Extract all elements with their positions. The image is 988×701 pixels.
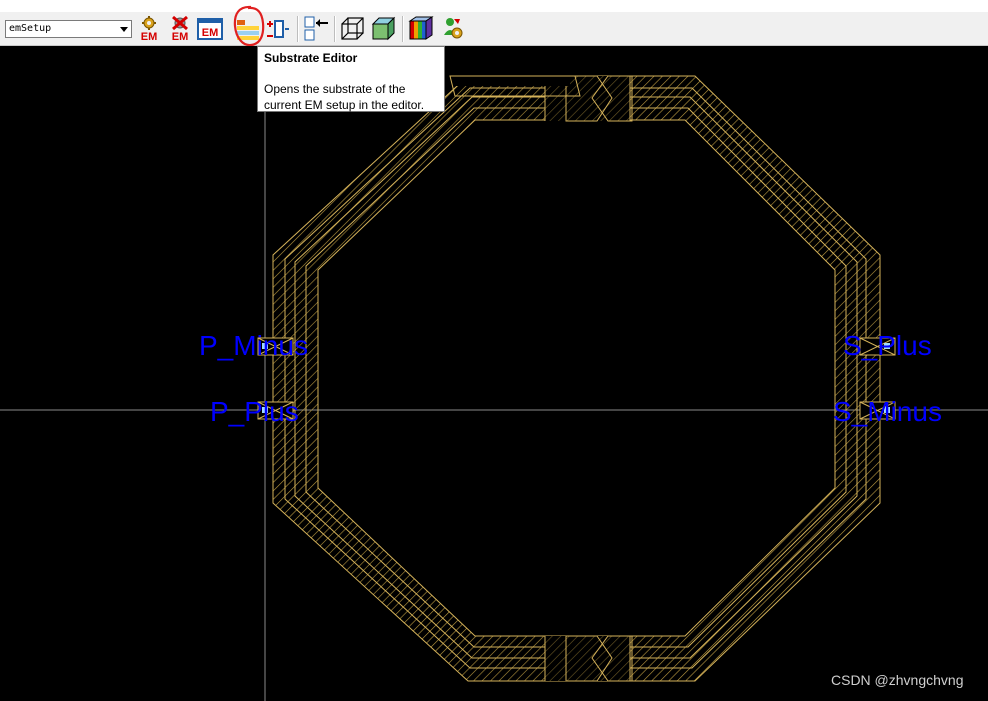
watermark: CSDN @zhvngchvng bbox=[831, 672, 964, 688]
em-label: EM bbox=[202, 27, 219, 39]
substrate-editor-button[interactable] bbox=[235, 15, 261, 43]
tooltip-title: Substrate Editor bbox=[264, 51, 358, 65]
toolbar-separator bbox=[402, 16, 404, 42]
chevron-down-icon bbox=[120, 27, 128, 32]
em-label: EM bbox=[172, 31, 189, 43]
em-box-icon: EM bbox=[197, 18, 223, 40]
em-setup-select[interactable]: emSetup bbox=[5, 20, 132, 38]
optimize-button[interactable] bbox=[440, 15, 466, 43]
em-setup-select-value: emSetup bbox=[9, 23, 52, 34]
em-label: EM bbox=[141, 31, 158, 43]
substrate-layers-icon bbox=[237, 20, 259, 40]
em-stop-button[interactable]: EM bbox=[167, 15, 193, 43]
gear-person-icon bbox=[444, 18, 463, 39]
solid-cube-icon bbox=[371, 16, 396, 41]
tooltip-body: Opens the substrate of the current EM se… bbox=[264, 82, 425, 112]
toolbar-separator bbox=[297, 16, 299, 42]
import-arrow-icon bbox=[304, 16, 328, 41]
3d-solid-button[interactable] bbox=[371, 15, 397, 43]
toolbar-top-strip bbox=[0, 0, 988, 12]
import-button[interactable] bbox=[303, 15, 329, 43]
em-simulate-button[interactable]: EM bbox=[137, 15, 163, 43]
port-label-p-minus: P_Minus bbox=[199, 330, 308, 361]
port-label-s-minus: S_Minus bbox=[833, 396, 942, 427]
port-editor-button[interactable] bbox=[265, 15, 291, 43]
bottom-crossover bbox=[544, 635, 633, 682]
toolbar-separator bbox=[334, 16, 336, 42]
toolbar: emSetup EM EM EM bbox=[0, 0, 988, 47]
em-gear-icon: EM bbox=[141, 16, 158, 43]
wireframe-cube-icon bbox=[341, 17, 364, 40]
port-label-s-plus: S_Plus bbox=[843, 330, 932, 361]
3d-wireframe-button[interactable] bbox=[340, 15, 366, 43]
port-label-p-plus: P_Plus bbox=[210, 396, 299, 427]
port-icon bbox=[267, 20, 289, 38]
substrate-editor-tooltip: Substrate Editor Opens the substrate of … bbox=[257, 46, 445, 112]
3d-view-button[interactable] bbox=[408, 15, 434, 43]
rainbow-cube-icon bbox=[408, 16, 434, 40]
em-setup-button[interactable]: EM bbox=[197, 15, 223, 43]
layout-canvas[interactable]: P_Minus P_Plus S_Plus S_Minus bbox=[0, 46, 988, 701]
em-cross-icon: EM bbox=[172, 15, 189, 43]
